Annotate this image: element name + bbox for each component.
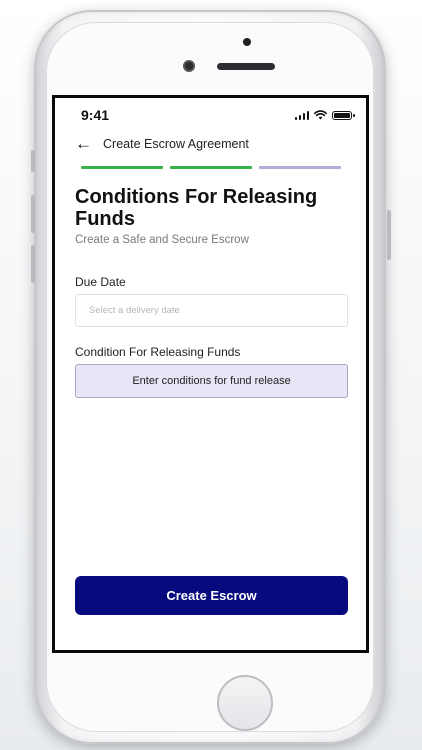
create-escrow-label: Create Escrow	[166, 588, 257, 603]
page-title: Conditions For Releasing Funds	[75, 186, 318, 230]
status-icons	[294, 110, 355, 120]
nav-header: ← Create Escrow Agreement	[75, 135, 249, 152]
earpiece-speaker	[217, 63, 275, 70]
wifi-icon	[314, 110, 327, 120]
status-bar: 9:41	[55, 98, 366, 134]
due-date-field[interactable]	[75, 294, 348, 327]
conditions-label: Condition For Releasing Funds	[75, 345, 241, 359]
step-2-indicator	[170, 166, 252, 169]
enter-conditions-text: Enter conditions for fund release	[132, 375, 291, 387]
front-sensor	[243, 38, 251, 46]
front-camera	[183, 60, 195, 72]
page-subtitle: Create a Safe and Secure Escrow	[75, 234, 249, 246]
home-button[interactable]	[217, 675, 273, 731]
cellular-signal-icon	[294, 110, 309, 120]
step-3-indicator	[259, 166, 341, 169]
battery-level	[334, 112, 350, 118]
app-screen: 9:41 ← Create Escrow Agreement Condition…	[52, 95, 369, 653]
volume-up-button	[31, 195, 35, 233]
volume-down-button	[31, 245, 35, 283]
step-progress	[81, 166, 341, 169]
due-date-label: Due Date	[75, 275, 126, 289]
back-arrow-icon[interactable]: ←	[75, 135, 103, 152]
mute-switch	[31, 150, 35, 172]
step-1-indicator	[81, 166, 163, 169]
power-button	[387, 210, 391, 260]
header-title: Create Escrow Agreement	[103, 137, 249, 151]
battery-icon	[332, 110, 355, 120]
status-time: 9:41	[81, 107, 110, 123]
enter-conditions-button[interactable]: Enter conditions for fund release	[75, 364, 348, 398]
create-escrow-button[interactable]: Create Escrow	[75, 576, 348, 615]
due-date-input[interactable]	[76, 295, 347, 326]
